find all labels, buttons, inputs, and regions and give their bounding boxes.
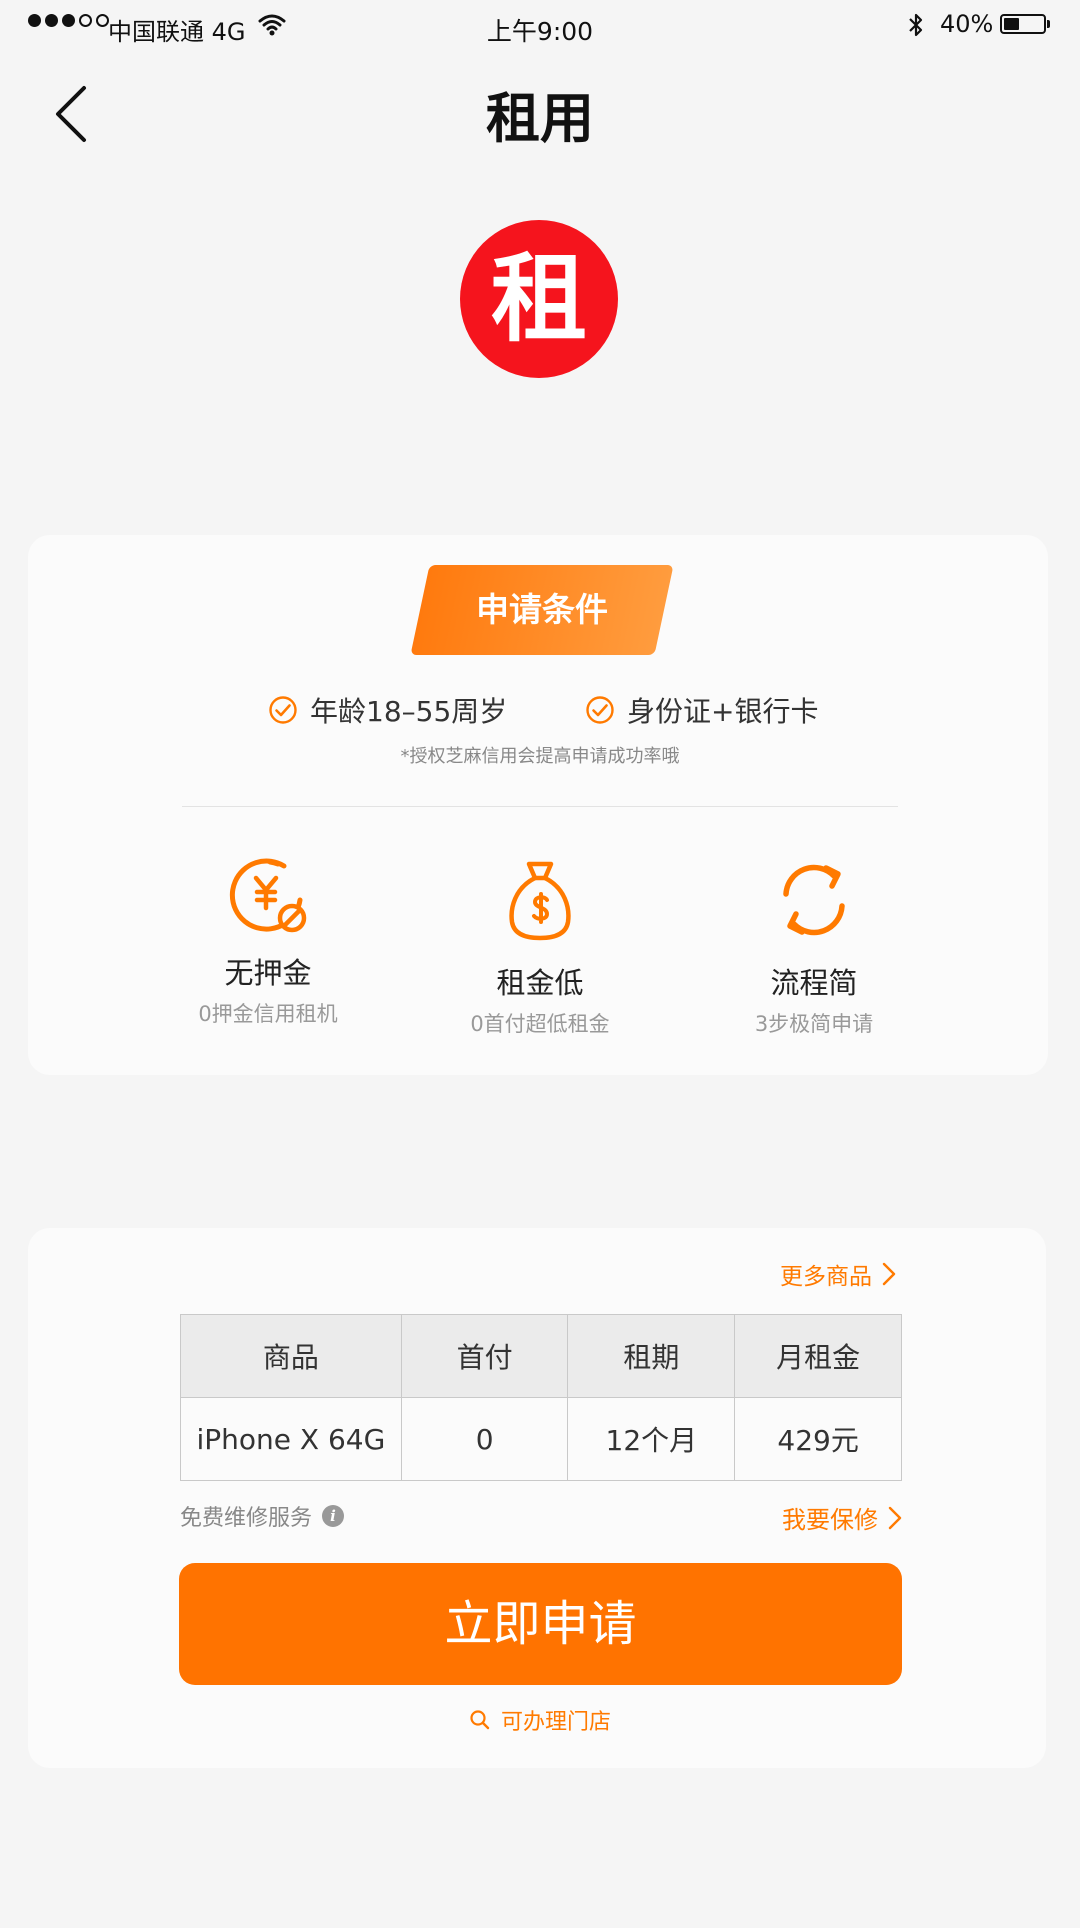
table-header-row: 商品 首付 租期 月租金 — [180, 1314, 902, 1398]
feature-subtitle: 0首付超低租金 — [470, 1012, 610, 1036]
condition-item-id: 身份证+银行卡 — [585, 690, 818, 730]
rent-logo-char: 租 — [491, 242, 587, 355]
check-circle-icon — [269, 696, 297, 724]
condition-item-age: 年龄18–55周岁 — [268, 690, 507, 730]
table-header-cell: 首付 — [400, 1314, 569, 1398]
feature-title: 无押金 — [224, 956, 312, 990]
chevron-right-icon — [888, 1506, 902, 1529]
table-cell-term: 12个月 — [567, 1397, 736, 1481]
refresh-icon — [783, 864, 845, 936]
feature-no-deposit: 无押金 0押金信用租机 — [148, 852, 388, 1028]
feature-title: 租金低 — [496, 966, 584, 1000]
table-header-cell: 月租金 — [734, 1314, 902, 1398]
battery-icon — [1000, 14, 1046, 34]
table-row: iPhone X 64G 0 12个月 429元 — [180, 1397, 902, 1481]
bluetooth-icon — [909, 13, 923, 37]
conditions-note: *授权芝麻信用会提高申请成功率哦 — [400, 746, 680, 767]
table-cell-down-payment: 0 — [400, 1397, 569, 1481]
conditions-tag: 申请条件 — [410, 565, 674, 655]
battery-tip — [1047, 20, 1050, 28]
feature-simple-process: 流程简 3步极简申请 — [694, 858, 934, 1038]
table-header-cell: 商品 — [180, 1314, 402, 1398]
product-table: 商品 首付 租期 月租金 iPhone X 64G 0 12个月 429元 — [180, 1314, 902, 1481]
feature-low-rent: 租金低 0首付超低租金 — [420, 858, 660, 1038]
repair-link[interactable]: 我要保修 — [782, 1500, 902, 1535]
no-deposit-icon — [229, 858, 307, 933]
table-cell-monthly-rent: 429元 — [734, 1397, 902, 1481]
rent-logo: 租 — [460, 220, 618, 378]
free-repair-service: 免费维修服务 i — [180, 1500, 345, 1532]
money-bag-icon — [509, 861, 571, 941]
feature-subtitle: 3步极简申请 — [754, 1012, 874, 1036]
check-circle-icon — [586, 696, 614, 724]
chevron-right-icon — [882, 1262, 896, 1286]
status-bar: 中国联通 4G 上午9:00 40% — [0, 0, 1080, 54]
more-products-link[interactable]: 更多商品 — [780, 1257, 896, 1291]
store-link[interactable]: 可办理门店 — [0, 1704, 1080, 1736]
page-title: 租用 — [486, 87, 594, 150]
info-icon[interactable]: i — [322, 1505, 345, 1527]
divider — [182, 806, 898, 807]
battery-percent: 40% — [940, 10, 994, 38]
product-card — [28, 1228, 1046, 1768]
apply-now-button[interactable]: 立即申请 — [179, 1563, 902, 1685]
search-icon — [470, 1710, 490, 1730]
table-cell-product: iPhone X 64G — [180, 1397, 402, 1481]
feature-title: 流程简 — [770, 966, 858, 1000]
conditions-tag-label: 申请条件 — [476, 590, 608, 629]
feature-subtitle: 0押金信用租机 — [198, 1002, 338, 1026]
table-header-cell: 租期 — [567, 1314, 736, 1398]
